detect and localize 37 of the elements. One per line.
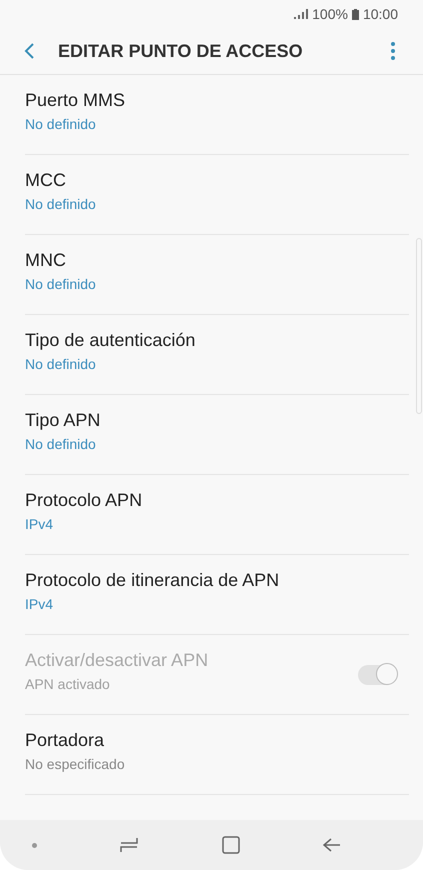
setting-title: Activar/desactivar APN	[25, 650, 210, 670]
setting-value: APN activado	[25, 676, 111, 692]
setting-title: MCC	[25, 170, 67, 190]
battery-icon	[352, 8, 359, 20]
back-icon[interactable]	[323, 838, 342, 852]
setting-row[interactable]: Protocolo de itinerancia de APN IPv4	[25, 555, 409, 635]
setting-value: No definido	[25, 196, 97, 212]
setting-title: Tipo APN	[25, 410, 102, 430]
back-icon[interactable]	[24, 43, 34, 59]
setting-row[interactable]: Tipo de autenticación No definido	[25, 315, 409, 395]
setting-title: Protocolo de itinerancia de APN	[25, 570, 280, 590]
setting-value: No definido	[25, 436, 97, 452]
setting-title: Portadora	[25, 730, 106, 750]
setting-value: No definido	[25, 116, 97, 132]
setting-value: No definido	[25, 356, 97, 372]
setting-title: MNC	[25, 250, 67, 270]
setting-title: Tipo de autenticación	[25, 330, 196, 350]
setting-row[interactable]: MCC No definido	[25, 155, 409, 235]
setting-row[interactable]: Puerto MMS No definido	[25, 75, 409, 155]
recent-apps-icon[interactable]	[120, 837, 138, 853]
more-options-icon[interactable]	[391, 42, 395, 60]
setting-value: No definido	[25, 276, 97, 292]
setting-row[interactable]: Portadora No especificado	[25, 715, 409, 795]
home-icon[interactable]	[222, 836, 240, 854]
setting-value: No especificado	[25, 756, 126, 772]
setting-title: Protocolo APN	[25, 490, 144, 510]
setting-title: Puerto MMS	[25, 90, 126, 110]
setting-value: IPv4	[25, 516, 54, 532]
setting-row[interactable]: Tipo APN No definido	[25, 395, 409, 475]
screen-title: EDITAR PUNTO DE ACCESO	[58, 40, 304, 62]
battery-percent: 100%	[312, 6, 348, 22]
setting-row[interactable]: MNC No definido	[25, 235, 409, 315]
setting-value: IPv4	[25, 596, 54, 612]
dot-icon	[32, 842, 37, 848]
clock: 10:00	[362, 6, 398, 22]
setting-row[interactable]: Protocolo APN IPv4	[25, 475, 409, 555]
signal-icon	[294, 9, 308, 19]
